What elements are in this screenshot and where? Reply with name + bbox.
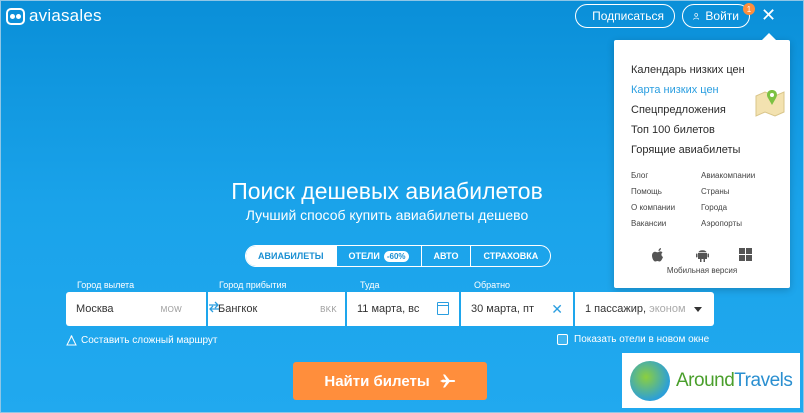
watermark-text: AroundTravels: [676, 369, 793, 392]
return-date-input[interactable]: 30 марта, пт ✕: [461, 292, 573, 326]
logo[interactable]: aviasales: [6, 6, 102, 26]
tab-insurance-label: СТРАХОВКА: [483, 251, 539, 261]
hotels-discount-badge: -60%: [383, 250, 409, 262]
subscribe-button[interactable]: Подписаться: [575, 4, 675, 28]
watermark-text-b: Travels: [734, 369, 793, 391]
menu-list: Календарь низких цен Карта низких цен Сп…: [631, 60, 745, 160]
globe-icon: [630, 360, 670, 401]
product-tabs: АВИАБИЛЕТЫ ОТЕЛИ -60% АВТО СТРАХОВКА: [245, 245, 552, 267]
subscribe-label: Подписаться: [592, 9, 664, 23]
origin-iata: MOW: [160, 304, 182, 314]
swap-icon[interactable]: [208, 301, 220, 313]
destination-iata: BKK: [320, 304, 337, 314]
complex-route-link[interactable]: Составить сложный маршрут: [66, 335, 218, 346]
page-subtitle: Лучший способ купить авиабилеты дешево: [245, 207, 529, 223]
tab-hotels[interactable]: ОТЕЛИ -60%: [337, 246, 422, 266]
mobile-version-link[interactable]: Мобильная версия: [614, 266, 790, 275]
logo-text: aviasales: [29, 6, 102, 25]
menu-item-calendar[interactable]: Календарь низких цен: [631, 60, 745, 80]
return-date-value: 30 марта, пт: [471, 303, 534, 315]
notification-badge: 1: [743, 3, 755, 15]
tab-cars-label: АВТО: [433, 251, 459, 261]
depart-date-value: 11 марта, вс: [357, 303, 420, 315]
plane-icon: [439, 374, 455, 388]
depart-label: Туда: [360, 280, 380, 290]
show-hotels-label: Показать отели в новом окне: [574, 334, 710, 345]
tab-flights-label: АВИАБИЛЕТЫ: [258, 251, 324, 261]
origin-label: Город вылета: [77, 280, 135, 290]
complex-route-label: Составить сложный маршрут: [81, 335, 218, 346]
class-value: эконом: [649, 303, 686, 315]
search-button[interactable]: Найти билеты: [293, 362, 487, 400]
close-menu-icon[interactable]: ✕: [761, 4, 776, 26]
passengers-select[interactable]: 1 пассажир, эконом: [575, 292, 714, 326]
origin-input[interactable]: Москва MOW: [66, 292, 219, 326]
login-label: Войти: [705, 9, 739, 23]
user-icon: [693, 12, 700, 20]
search-form: Москва MOW Бангкок BKK 11 марта, вс 30 м…: [66, 292, 714, 326]
main-menu-panel: Календарь низких цен Карта низких цен Сп…: [614, 33, 790, 288]
tab-hotels-label: ОТЕЛИ: [348, 251, 380, 261]
map-pin-icon: [755, 90, 785, 117]
passengers-value: 1 пассажир,: [585, 303, 647, 315]
calendar-icon[interactable]: [437, 302, 449, 315]
depart-date-input[interactable]: 11 марта, вс: [347, 292, 459, 326]
show-hotels-checkbox[interactable]: [557, 334, 568, 345]
origin-value: Москва: [76, 303, 114, 315]
apple-icon[interactable]: [652, 248, 665, 262]
show-hotels-option[interactable]: Показать отели в новом окне: [557, 334, 709, 345]
menu-item-special-offers[interactable]: Спецпредложения: [631, 100, 745, 120]
aviasales-logo-icon: [6, 7, 25, 25]
windows-icon[interactable]: [739, 248, 752, 261]
tab-cars[interactable]: АВТО: [422, 246, 472, 266]
watermark: AroundTravels: [622, 353, 800, 408]
route-icon: [66, 335, 77, 346]
tab-flights[interactable]: АВИАБИЛЕТЫ: [246, 246, 337, 266]
mobile-os-icons: [652, 248, 752, 262]
search-button-label: Найти билеты: [324, 372, 430, 390]
menu-item-top-100[interactable]: Топ 100 билетов: [631, 120, 745, 140]
watermark-text-a: Around: [676, 369, 735, 391]
destination-input[interactable]: Бангкок BKK: [208, 292, 345, 326]
return-label: Обратно: [474, 280, 511, 290]
menu-item-hot-tickets[interactable]: Горящие авиабилеты: [631, 140, 745, 160]
page-title: Поиск дешевых авиабилетов: [231, 178, 543, 204]
chevron-down-icon: [694, 307, 702, 312]
login-button[interactable]: Войти: [682, 4, 750, 28]
clear-return-icon[interactable]: ✕: [551, 301, 563, 318]
android-icon[interactable]: [695, 248, 709, 262]
menu-item-map[interactable]: Карта низких цен: [631, 80, 745, 100]
destination-label: Город прибытия: [219, 280, 287, 290]
tab-insurance[interactable]: СТРАХОВКА: [471, 246, 550, 266]
destination-value: Бангкок: [218, 303, 258, 315]
